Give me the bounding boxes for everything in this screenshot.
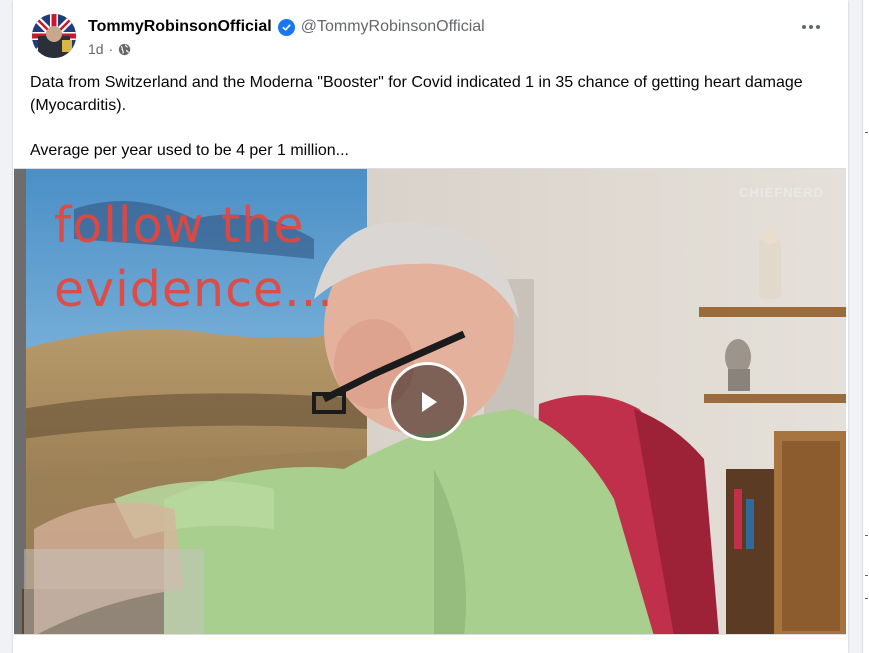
verified-badge-icon bbox=[277, 18, 295, 36]
author-handle[interactable]: @TommyRobinsonOfficial bbox=[301, 18, 485, 36]
video-player[interactable]: follow the evidence... CHIEFNERD bbox=[14, 168, 846, 635]
meta-separator: · bbox=[108, 41, 114, 57]
post-text: Data from Switzerland and the Moderna "B… bbox=[30, 71, 820, 162]
author-row: TommyRobinsonOfficial @TommyRobinsonOffi… bbox=[88, 17, 485, 37]
more-options-button[interactable] bbox=[798, 14, 824, 40]
play-button[interactable] bbox=[388, 362, 467, 441]
post-card: TommyRobinsonOfficial @TommyRobinsonOffi… bbox=[13, 0, 848, 653]
author-name[interactable]: TommyRobinsonOfficial bbox=[88, 18, 272, 36]
avatar[interactable] bbox=[32, 14, 76, 58]
globe-icon[interactable] bbox=[118, 43, 131, 56]
post-timestamp[interactable]: 1d bbox=[88, 41, 104, 57]
video-watermark: CHIEFNERD bbox=[739, 185, 824, 200]
post-paragraph: Average per year used to be 4 per 1 mill… bbox=[30, 142, 349, 159]
post-header: TommyRobinsonOfficial @TommyRobinsonOffi… bbox=[32, 14, 836, 60]
poster-text-line-1: follow the bbox=[54, 197, 305, 254]
right-panel-edge bbox=[862, 0, 869, 653]
post-paragraph: Data from Switzerland and the Moderna "B… bbox=[30, 74, 803, 114]
play-icon bbox=[421, 391, 437, 412]
post-meta: 1d · bbox=[88, 41, 131, 57]
poster-text-line-2: evidence... bbox=[54, 261, 334, 318]
more-options-icon bbox=[802, 25, 806, 29]
